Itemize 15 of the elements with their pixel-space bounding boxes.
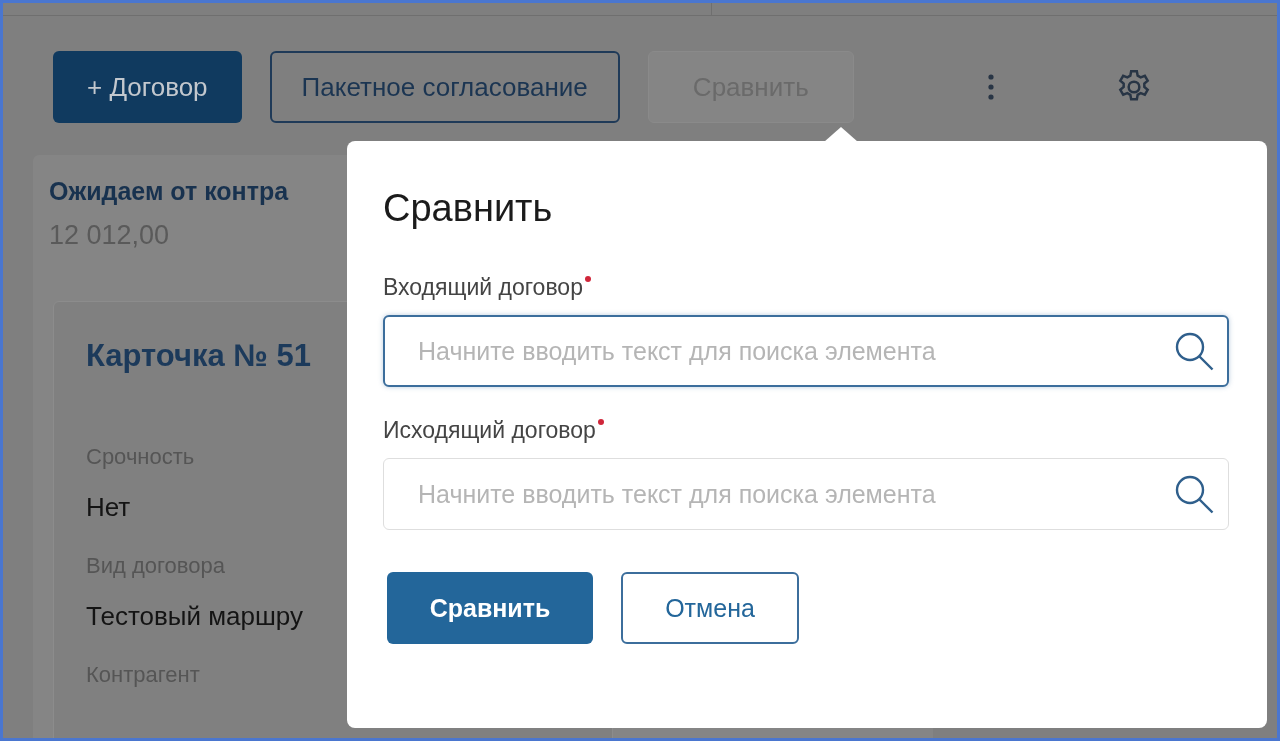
search-icon[interactable] — [1173, 330, 1215, 372]
card-title: Карточка № 51 — [86, 338, 312, 374]
more-icon[interactable] — [987, 74, 994, 100]
search-icon[interactable] — [1173, 473, 1215, 515]
cancel-button[interactable]: Отмена — [621, 572, 799, 644]
field-value: Тестовый маршру — [86, 601, 304, 632]
search-field[interactable]: Начните вводить текст для поиска элемента — [383, 315, 1229, 387]
compare-button[interactable]: Сравнить — [387, 572, 593, 644]
toolbar-button[interactable]: Пакетное согласование — [269, 51, 620, 123]
summary-label: Ожидаем от контра — [49, 177, 290, 206]
field-label: Входящий договор — [383, 274, 583, 301]
add-contract-button[interactable]: + Договор — [53, 51, 242, 123]
field-label: Исходящий договор — [383, 417, 596, 444]
field-value: Нет — [86, 492, 131, 523]
dialog-title: Сравнить — [383, 187, 554, 230]
